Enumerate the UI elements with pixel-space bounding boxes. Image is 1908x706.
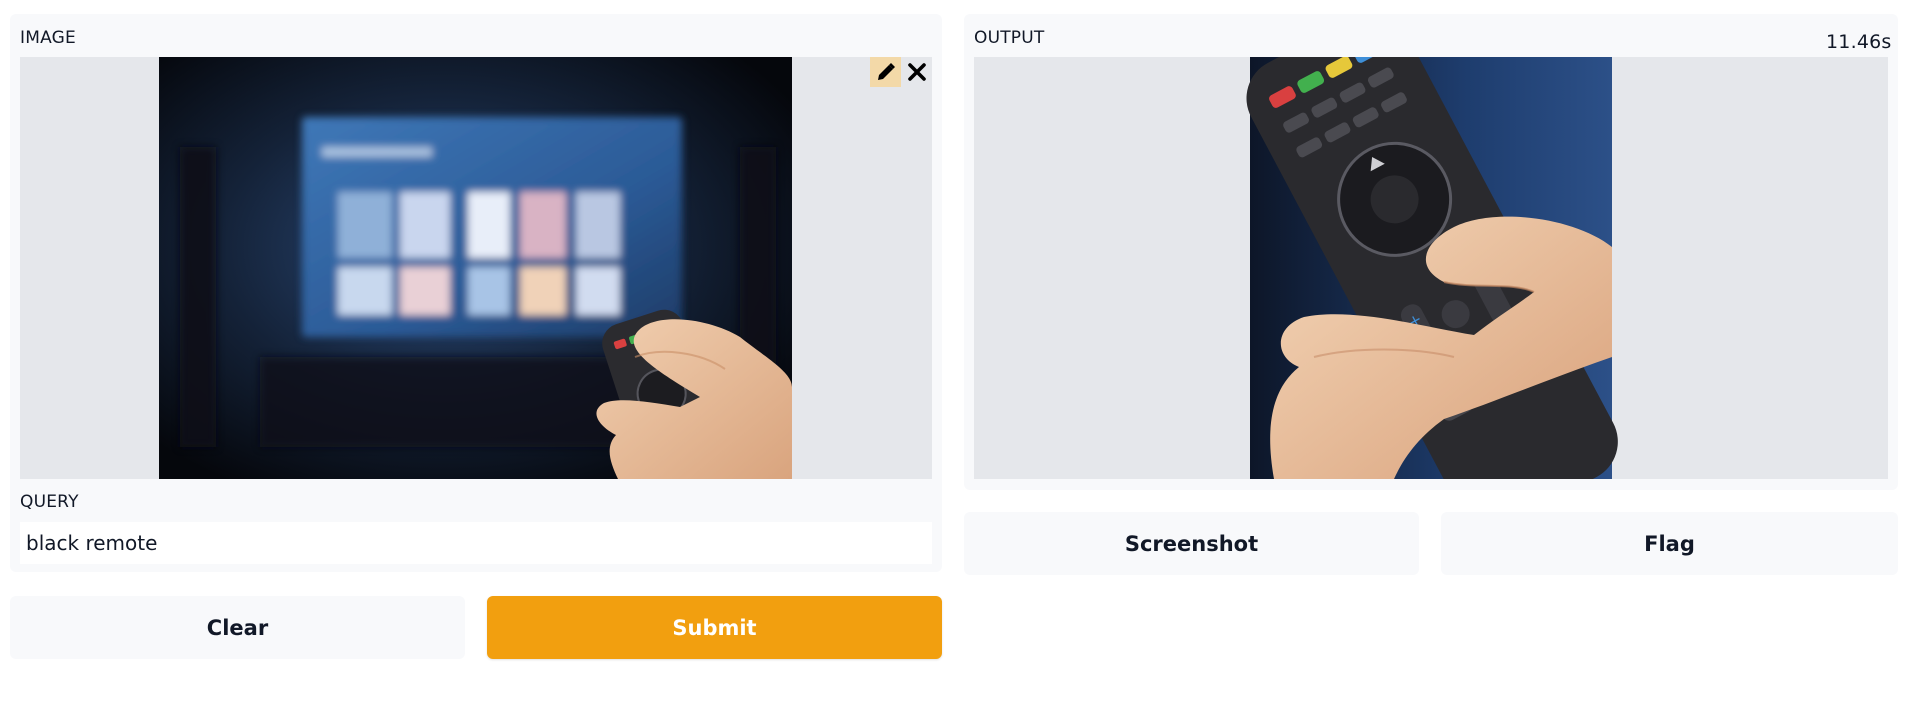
timer-badge: 11.46s bbox=[1826, 31, 1892, 53]
input-image-frame[interactable] bbox=[20, 57, 932, 479]
clear-image-button[interactable] bbox=[901, 57, 932, 87]
screenshot-button[interactable]: Screenshot bbox=[964, 512, 1419, 575]
close-icon bbox=[907, 63, 926, 81]
tv-photo bbox=[159, 57, 792, 479]
query-label: QUERY bbox=[20, 492, 79, 512]
output-label: OUTPUT bbox=[974, 28, 1045, 48]
clear-button[interactable]: Clear bbox=[10, 596, 465, 659]
pencil-icon bbox=[877, 63, 895, 80]
query-input[interactable] bbox=[20, 522, 932, 564]
image-label: IMAGE bbox=[20, 28, 76, 48]
submit-button[interactable]: Submit bbox=[487, 596, 942, 659]
remote-crop-photo: + 1 2 3 bbox=[1246, 57, 1618, 479]
input-image bbox=[159, 57, 792, 479]
output-image: + 1 2 3 bbox=[1246, 57, 1618, 479]
flag-button[interactable]: Flag bbox=[1441, 512, 1898, 575]
output-image-frame: + 1 2 3 bbox=[974, 57, 1888, 479]
edit-image-button[interactable] bbox=[870, 57, 901, 87]
